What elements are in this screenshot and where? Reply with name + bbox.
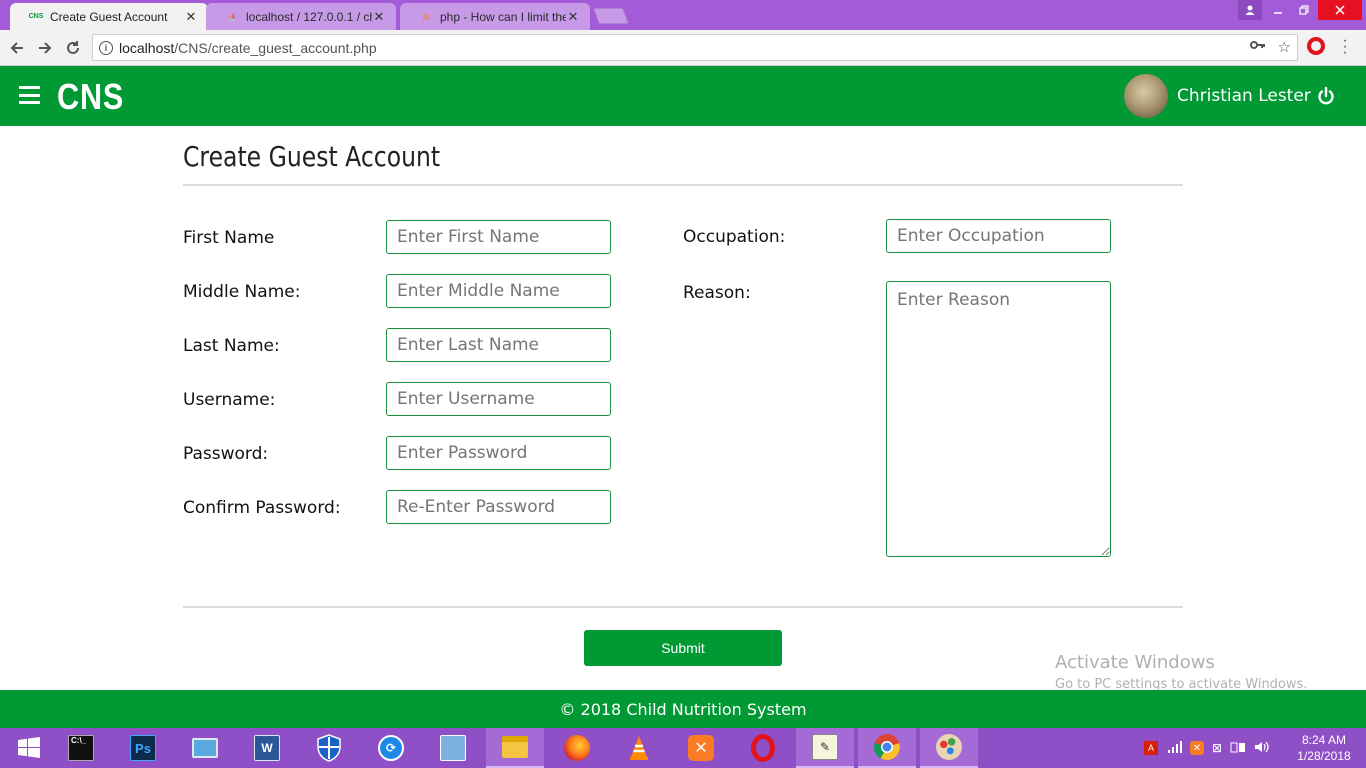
occupation-label: Occupation: xyxy=(683,227,786,247)
key-icon[interactable] xyxy=(1249,38,1266,56)
first-name-field[interactable] xyxy=(386,220,611,254)
forward-arrow-icon[interactable] xyxy=(33,36,57,60)
user-name[interactable]: Christian Lester xyxy=(1177,86,1311,106)
footer: © 2018 Child Nutrition System xyxy=(0,690,1366,728)
middle-name-field[interactable] xyxy=(386,274,611,308)
tab-stackoverflow[interactable]: ≡ php - How can I limit the ✕ xyxy=(400,3,590,30)
vlc-icon[interactable] xyxy=(610,728,668,768)
divider xyxy=(183,606,1183,608)
firefox-icon[interactable] xyxy=(548,728,606,768)
url-path: /CNS/create_guest_account.php xyxy=(174,39,377,56)
cmd-icon[interactable]: C:\_ xyxy=(52,728,110,768)
reload-icon[interactable] xyxy=(61,36,85,60)
opera-icon[interactable] xyxy=(734,728,792,768)
battery-icon[interactable] xyxy=(1230,741,1246,756)
phpmyadmin-favicon-icon: ⛵ xyxy=(227,13,237,21)
star-icon[interactable]: ☆ xyxy=(1278,38,1291,56)
app-header: CNS Christian Lester xyxy=(0,66,1366,126)
tab-phpmyadmin[interactable]: ⛵ localhost / 127.0.0.1 / chi ✕ xyxy=(206,3,396,30)
network-error-icon[interactable]: ⊠ xyxy=(1212,741,1222,755)
clock-date: 1/28/2018 xyxy=(1297,749,1351,763)
page-title: Create Guest Account xyxy=(183,140,441,173)
volume-icon[interactable] xyxy=(1254,740,1270,757)
defender-icon[interactable] xyxy=(300,728,358,768)
computer-icon[interactable] xyxy=(176,728,234,768)
reason-label: Reason: xyxy=(683,283,751,303)
tab-create-guest-account[interactable]: CNS Create Guest Account ✕ xyxy=(10,3,208,30)
close-icon[interactable]: ✕ xyxy=(566,9,580,25)
footer-text: © 2018 Child Nutrition System xyxy=(559,699,807,719)
browser-tab-strip: CNS Create Guest Account ✕ ⛵ localhost /… xyxy=(0,0,1366,30)
xampp-icon[interactable]: ✕ xyxy=(672,728,730,768)
app-logo[interactable]: CNS xyxy=(57,76,124,118)
close-window-icon[interactable] xyxy=(1318,0,1362,20)
control-panel-icon[interactable] xyxy=(424,728,482,768)
sync-icon[interactable]: ⟳ xyxy=(362,728,420,768)
confirm-password-field[interactable] xyxy=(386,490,611,524)
word-icon[interactable]: W xyxy=(238,728,296,768)
notepad-icon[interactable]: ✎ xyxy=(796,728,854,768)
middle-name-label: Middle Name: xyxy=(183,282,301,302)
browser-toolbar: i localhost /CNS/create_guest_account.ph… xyxy=(0,30,1366,66)
xampp-tray-icon[interactable]: ✕ xyxy=(1190,741,1204,755)
stackoverflow-favicon-icon: ≡ xyxy=(422,9,430,24)
reason-field[interactable] xyxy=(886,281,1111,557)
system-tray: A ✕ ⊠ xyxy=(1144,728,1270,768)
url-host: localhost xyxy=(119,39,175,56)
password-label: Password: xyxy=(183,444,269,464)
tab-title: localhost / 127.0.0.1 / chi xyxy=(246,9,372,24)
info-icon[interactable]: i xyxy=(99,40,113,55)
activate-windows-title: Activate Windows xyxy=(1055,652,1215,673)
opera-extension-icon[interactable] xyxy=(1307,37,1325,55)
last-name-field[interactable] xyxy=(386,328,611,362)
tab-title: php - How can I limit the xyxy=(440,9,566,24)
restore-icon[interactable] xyxy=(1292,0,1316,20)
occupation-field[interactable] xyxy=(886,219,1111,253)
avatar[interactable] xyxy=(1124,74,1168,118)
back-arrow-icon[interactable] xyxy=(5,36,29,60)
close-icon[interactable]: ✕ xyxy=(184,9,198,25)
signal-icon[interactable] xyxy=(1168,740,1182,756)
submit-button[interactable]: Submit xyxy=(584,630,782,666)
clock-time: 8:24 AM xyxy=(1301,733,1347,747)
tab-title: Create Guest Account xyxy=(50,9,168,24)
username-field[interactable] xyxy=(386,382,611,416)
new-tab-button[interactable] xyxy=(593,8,629,24)
address-bar[interactable]: i localhost /CNS/create_guest_account.ph… xyxy=(92,34,1298,61)
menu-kebab-icon[interactable]: · · · xyxy=(1340,33,1350,61)
confirm-password-label: Confirm Password: xyxy=(183,498,341,518)
hamburger-menu-icon[interactable] xyxy=(19,86,40,104)
minimize-icon[interactable] xyxy=(1266,0,1290,20)
taskbar-clock[interactable]: 8:24 AM 1/28/2018 xyxy=(1284,732,1364,764)
adobe-tray-icon[interactable]: A xyxy=(1144,741,1158,755)
file-explorer-icon[interactable] xyxy=(486,728,544,768)
divider xyxy=(183,184,1183,186)
cns-favicon-icon: CNS xyxy=(28,13,44,20)
chrome-icon[interactable] xyxy=(858,728,916,768)
paint-icon[interactable] xyxy=(920,728,978,768)
start-icon[interactable] xyxy=(0,728,58,768)
photoshop-icon[interactable]: Ps xyxy=(114,728,172,768)
power-icon[interactable] xyxy=(1316,86,1336,106)
password-field[interactable] xyxy=(386,436,611,470)
last-name-label: Last Name: xyxy=(183,336,280,356)
profile-icon[interactable] xyxy=(1238,0,1262,20)
username-label: Username: xyxy=(183,390,276,410)
taskbar: C:\_ Ps W ⟳ ✕ ✎ A ✕ ⊠ xyxy=(0,728,1366,768)
close-icon[interactable]: ✕ xyxy=(372,9,386,25)
first-name-label: First Name xyxy=(183,228,275,248)
